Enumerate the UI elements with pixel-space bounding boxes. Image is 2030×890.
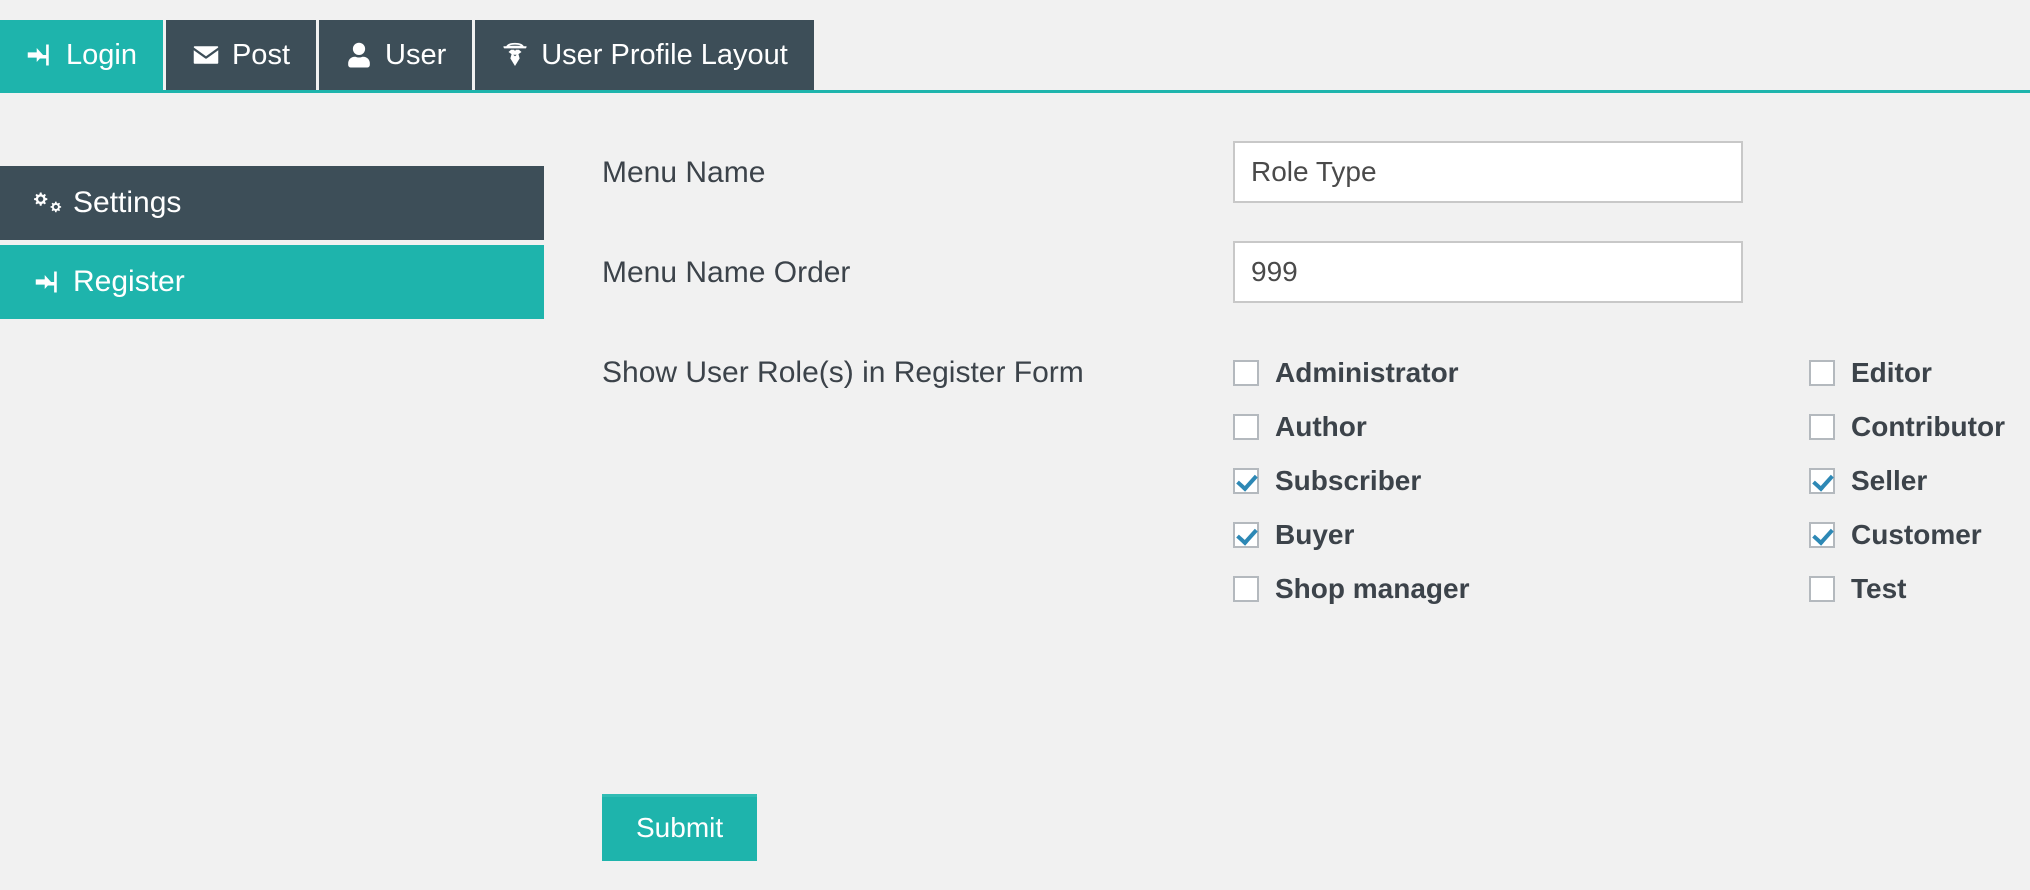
sidebar-item-register[interactable]: Register	[0, 245, 544, 319]
role-option-customer[interactable]: Customer	[1809, 508, 2005, 562]
nav-tab-login[interactable]: Login	[0, 20, 166, 90]
role-option-test[interactable]: Test	[1809, 562, 2005, 616]
role-checkbox-administrator[interactable]	[1233, 360, 1259, 386]
role-checkbox-editor[interactable]	[1809, 360, 1835, 386]
menu-name-order-input[interactable]	[1233, 241, 1743, 303]
role-label-test: Test	[1851, 573, 1907, 604]
role-option-author[interactable]: Author	[1233, 400, 1469, 454]
submit-button[interactable]: Submit	[602, 794, 758, 861]
role-label-contributor: Contributor	[1851, 411, 2005, 442]
role-option-shop-manager[interactable]: Shop manager	[1233, 562, 1469, 616]
role-label-editor: Editor	[1851, 357, 1932, 388]
menu-name-input[interactable]	[1233, 141, 1743, 203]
nav-tab-label: User Profile Layout	[541, 38, 788, 71]
role-option-editor[interactable]: Editor	[1809, 346, 2005, 400]
role-label-shop-manager: Shop manager	[1275, 573, 1470, 604]
user-roles-left-column: Administrator Author Subscriber Buyer Shop m…	[1233, 346, 1469, 616]
role-label-author: Author	[1275, 411, 1367, 442]
user-roles-right-column: Editor Contributor Seller Customer Test	[1809, 346, 2005, 616]
sign-in-icon	[34, 268, 62, 296]
role-label-customer: Customer	[1851, 519, 1982, 550]
role-checkbox-contributor[interactable]	[1809, 414, 1835, 440]
show-user-roles-label: Show User Role(s) in Register Form	[602, 356, 1084, 389]
user-icon	[345, 41, 373, 69]
nav-tab-post[interactable]: Post	[165, 20, 319, 90]
nav-tab-label: User	[385, 38, 447, 71]
role-option-subscriber[interactable]: Subscriber	[1233, 454, 1469, 508]
role-option-buyer[interactable]: Buyer	[1233, 508, 1469, 562]
menu-name-order-label: Menu Name Order	[602, 256, 851, 289]
sidebar-item-settings[interactable]: Settings	[0, 166, 544, 240]
role-label-administrator: Administrator	[1275, 357, 1459, 388]
cogs-icon	[34, 189, 62, 217]
envelope-icon	[192, 41, 220, 69]
user-secret-icon	[501, 41, 529, 69]
nav-tab-user[interactable]: User	[319, 20, 476, 90]
role-label-seller: Seller	[1851, 465, 1928, 496]
main-navigation-tabs: Login Post User User Profile Layout	[0, 20, 2030, 93]
page-body: Settings Register Menu Name Menu Name Ord…	[0, 96, 2030, 890]
role-checkbox-subscriber[interactable]	[1233, 468, 1259, 494]
role-label-subscriber: Subscriber	[1275, 465, 1422, 496]
role-option-administrator[interactable]: Administrator	[1233, 346, 1469, 400]
role-checkbox-customer[interactable]	[1809, 522, 1835, 548]
menu-name-label: Menu Name	[602, 156, 766, 189]
role-checkbox-buyer[interactable]	[1233, 522, 1259, 548]
sidebar-item-label: Settings	[73, 186, 182, 219]
role-label-buyer: Buyer	[1275, 519, 1355, 550]
role-checkbox-author[interactable]	[1233, 414, 1259, 440]
role-checkbox-seller[interactable]	[1809, 468, 1835, 494]
role-option-contributor[interactable]: Contributor	[1809, 400, 2005, 454]
nav-tab-label: Login	[66, 38, 137, 71]
sign-in-icon	[26, 41, 54, 69]
nav-empty-space	[817, 20, 2030, 90]
settings-sidebar: Settings Register	[0, 166, 544, 324]
role-checkbox-test[interactable]	[1809, 576, 1835, 602]
sidebar-item-label: Register	[73, 265, 185, 298]
nav-tab-user-profile-layout[interactable]: User Profile Layout	[475, 20, 817, 90]
role-option-seller[interactable]: Seller	[1809, 454, 2005, 508]
nav-tab-label: Post	[231, 38, 290, 71]
role-checkbox-shop-manager[interactable]	[1233, 576, 1259, 602]
